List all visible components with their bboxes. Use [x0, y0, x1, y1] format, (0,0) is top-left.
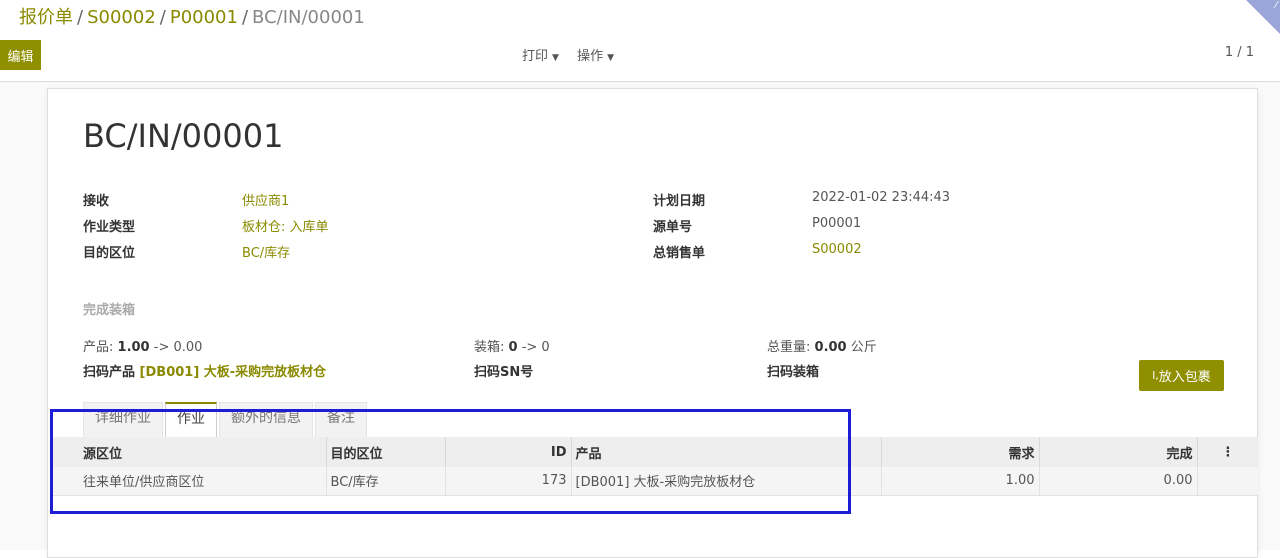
record-title: BC/IN/00001: [83, 117, 284, 155]
caret-down-icon: ▼: [607, 53, 615, 63]
move-lines-table: 源区位 目的区位 ID 产品 需求 完成 ⋮ 往来单位/供应商区位 BC/库存 …: [53, 437, 1258, 496]
breadcrumb-separator: /: [241, 7, 249, 28]
scan-sn-label[interactable]: 扫码SN号: [474, 361, 533, 380]
column-options-icon[interactable]: ⋮: [1196, 437, 1258, 467]
table-row[interactable]: 往来单位/供应商区位 BC/库存 173 [DB001] 大板-采购完放板材仓 …: [53, 467, 1258, 496]
sale-order-label: 总销售单: [653, 246, 706, 261]
column-header-done[interactable]: 完成: [1038, 437, 1197, 467]
control-panel: 报价单 / S00002/P00001/BC/IN/00001 编辑 打印 ▼ 操作 ▼…: [0, 0, 1280, 82]
sale-order-value[interactable]: S00002: [812, 242, 862, 257]
partner-value[interactable]: 供应商1: [242, 190, 289, 209]
destination-location-label: 目的区位: [83, 246, 136, 261]
scheduled-date-label: 计划日期: [653, 194, 706, 209]
scan-product-value[interactable]: [DB001] 大板-采购完放板材仓: [140, 365, 327, 380]
move-lines-table-wrap: 源区位 目的区位 ID 产品 需求 完成 ⋮ 往来单位/供应商区位 BC/库存 …: [53, 437, 1259, 496]
box-progress-label: 装箱:: [474, 340, 505, 355]
cell-id: 173: [444, 467, 571, 496]
cell-source-location: 往来单位/供应商区位: [53, 467, 326, 496]
destination-location-value[interactable]: BC/库存: [242, 242, 290, 261]
partner-label: 接收: [83, 194, 110, 209]
scan-box-label[interactable]: 扫码装箱: [767, 361, 819, 380]
tab-detailed-operations[interactable]: 详细作业: [83, 402, 163, 438]
operation-type-value[interactable]: 板材仓: 入库单: [242, 216, 329, 235]
product-progress-value: 1.00: [117, 340, 150, 355]
total-weight-value: 0.00: [814, 340, 847, 355]
pager-counter[interactable]: 1 / 1: [1225, 45, 1254, 60]
notebook-tabs: 详细作业 作业 额外的信息 备注: [83, 402, 369, 438]
box-progress-arrow: -> 0: [521, 340, 550, 355]
tab-notes[interactable]: 备注: [315, 402, 367, 438]
column-header-product[interactable]: 产品: [570, 437, 881, 467]
cell-options: [1196, 467, 1258, 496]
column-header-demand[interactable]: 需求: [880, 437, 1039, 467]
edit-button[interactable]: 编辑: [0, 40, 41, 70]
print-menu-label: 打印: [522, 49, 549, 64]
total-weight-label: 总重量:: [767, 340, 811, 355]
table-header-row: 源区位 目的区位 ID 产品 需求 完成 ⋮: [53, 437, 1258, 467]
box-progress-value: 0: [508, 340, 518, 355]
form-sheet: BC/IN/00001 接收 供应商1 作业类型 板材仓: 入库单 目的区位 B…: [47, 88, 1258, 558]
total-weight-unit: 公斤: [850, 340, 877, 355]
action-menu[interactable]: 操作 ▼: [577, 49, 614, 64]
breadcrumb-separator: /: [159, 7, 166, 28]
source-document-label: 源单号: [653, 220, 693, 235]
tab-additional-info[interactable]: 额外的信息: [219, 402, 313, 438]
cell-demand: 1.00: [880, 467, 1039, 496]
scan-product-label: 扫码产品: [83, 365, 136, 380]
product-progress-label: 产品:: [83, 340, 114, 355]
print-menu[interactable]: 打印 ▼: [522, 49, 559, 64]
corner-ribbon-icon: ⁄: [1275, 0, 1277, 11]
breadcrumb-separator: /: [77, 7, 84, 28]
scheduled-date-value: 2022-01-02 23:44:43: [812, 190, 951, 205]
cell-done: 0.00: [1038, 467, 1197, 496]
tab-operations[interactable]: 作业: [165, 402, 217, 438]
source-document-value: P00001: [812, 216, 862, 231]
breadcrumb-current: BC/IN/00001: [252, 7, 365, 28]
action-menus: 打印 ▼ 操作 ▼: [522, 45, 628, 64]
box-progress: 装箱: 0 -> 0: [474, 336, 550, 355]
column-header-destination-location[interactable]: 目的区位: [325, 437, 445, 467]
column-header-id[interactable]: ID: [444, 437, 571, 467]
breadcrumb-item-sale-order[interactable]: S00002: [87, 7, 156, 28]
product-progress: 产品: 1.00 -> 0.00: [83, 336, 202, 355]
put-in-pack-button[interactable]: l, 放入包裹: [1139, 360, 1224, 391]
scan-product: 扫码产品 [DB001] 大板-采购完放板材仓: [83, 361, 326, 380]
cell-product: [DB001] 大板-采购完放板材仓: [570, 467, 881, 496]
total-weight: 总重量: 0.00 公斤: [767, 336, 877, 355]
operation-type-label: 作业类型: [83, 220, 136, 235]
breadcrumb: 报价单 / S00002/P00001/BC/IN/00001: [19, 3, 365, 29]
breadcrumb-item-purchase-order[interactable]: P00001: [170, 7, 238, 28]
caret-down-icon: ▼: [552, 53, 559, 63]
action-menu-label: 操作: [577, 49, 604, 64]
product-progress-arrow: -> 0.00: [153, 340, 203, 355]
column-header-source-location[interactable]: 源区位: [53, 437, 326, 467]
put-in-pack-label: 放入包裹: [1158, 370, 1211, 385]
cell-destination-location: BC/库存: [325, 467, 445, 496]
packing-section-title: 完成装箱: [83, 303, 136, 318]
breadcrumb-item-quotation[interactable]: 报价单: [19, 7, 73, 28]
